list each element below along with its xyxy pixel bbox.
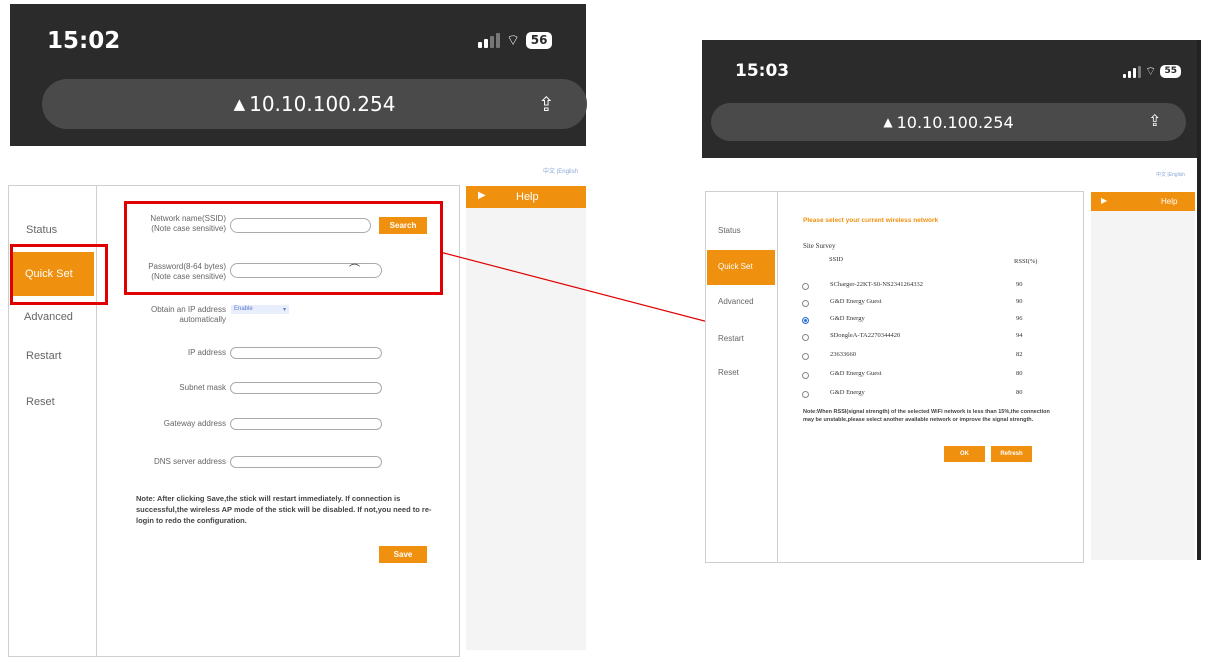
network-ssid[interactable]: 23633660 <box>830 351 856 358</box>
network-rssi: 90 <box>1016 298 1023 305</box>
sidebar-item-restart[interactable]: Restart <box>718 334 744 343</box>
right-url-text: 10.10.100.254 <box>896 112 1014 132</box>
network-ssid[interactable]: G&D Energy Guest <box>830 370 882 377</box>
right-status-icons: ⌔ 55 <box>1123 64 1182 79</box>
sidebar-item-reset[interactable]: Reset <box>718 368 739 377</box>
network-ssid[interactable]: SDongleA-TA2270344420 <box>830 332 900 339</box>
ssid-column-header: SSID <box>829 256 844 263</box>
right-lang-links[interactable]: 中文 |English <box>1156 171 1185 178</box>
network-radio[interactable] <box>802 353 809 360</box>
network-ssid[interactable]: SCharger-22KT-S0-NS2341264332 <box>830 281 923 288</box>
ok-button[interactable]: OK <box>944 446 985 462</box>
rssi-column-header: RSSI(%) <box>1014 258 1038 265</box>
site-survey-label: Site Survey <box>803 242 836 250</box>
network-radio[interactable] <box>802 283 809 290</box>
right-sidebar <box>705 191 778 563</box>
network-radio[interactable] <box>802 391 809 398</box>
help-label: Help <box>1161 197 1178 206</box>
rssi-note: Note:When RSSI(signal strength) of the s… <box>803 409 1050 423</box>
network-heading: Please select your current wireless netw… <box>803 217 939 224</box>
signal-icon <box>1123 65 1141 78</box>
right-help-body <box>1091 211 1195 560</box>
sidebar-item-advanced[interactable]: Advanced <box>718 297 754 306</box>
warning-icon: ▲ <box>883 115 893 129</box>
right-status-time: 15:03 <box>735 61 790 81</box>
refresh-button[interactable]: Refresh <box>991 446 1032 462</box>
network-rssi: 82 <box>1016 351 1023 358</box>
network-radio[interactable] <box>802 372 809 379</box>
sidebar-item-status[interactable]: Status <box>718 226 741 235</box>
sidebar-item-label: Quick Set <box>718 262 753 271</box>
battery-icon: 55 <box>1160 65 1182 78</box>
right-url-bar[interactable]: ▲ 10.10.100.254 <box>711 103 1186 141</box>
right-edge-bar <box>1197 40 1201 560</box>
network-rssi: 96 <box>1016 315 1023 322</box>
network-radio[interactable] <box>802 334 809 341</box>
network-radio[interactable] <box>802 300 809 307</box>
sidebar-item-quick-set[interactable]: Quick Set <box>707 250 775 285</box>
network-ssid[interactable]: G&D Energy Guest <box>830 298 882 305</box>
share-icon[interactable]: ⇪ <box>1148 111 1161 130</box>
network-rssi: 90 <box>1016 281 1023 288</box>
network-ssid[interactable]: G&D Energy <box>830 315 865 322</box>
network-rssi: 80 <box>1016 370 1023 377</box>
play-icon: ▶ <box>1101 196 1108 205</box>
network-ssid[interactable]: G&D Energy <box>830 389 865 396</box>
right-help-header[interactable]: ▶ Help <box>1091 192 1195 211</box>
wifi-icon: ⌔ <box>1145 64 1157 78</box>
network-rssi: 80 <box>1016 389 1023 396</box>
network-radio[interactable] <box>802 317 809 324</box>
network-rssi: 94 <box>1016 332 1023 339</box>
